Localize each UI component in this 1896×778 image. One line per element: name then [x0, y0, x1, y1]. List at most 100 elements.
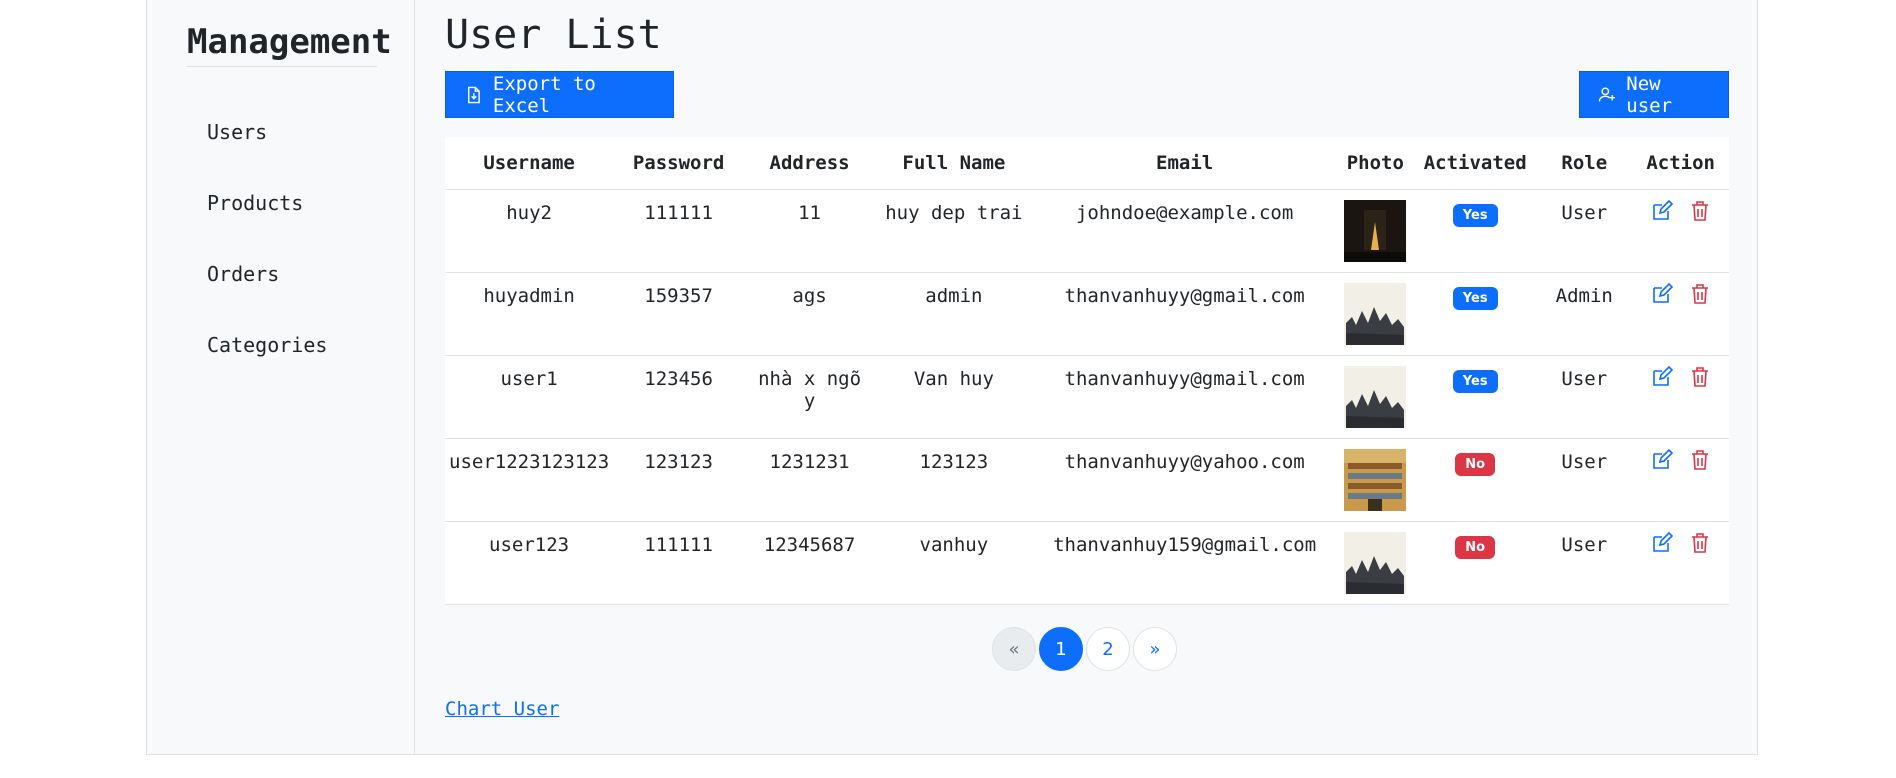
user-photo — [1341, 200, 1411, 262]
sidebar-item-products[interactable]: Products — [207, 191, 303, 215]
cell-username: huyadmin — [445, 272, 614, 356]
delete-button[interactable] — [1689, 283, 1711, 310]
trash-icon[interactable] — [1689, 449, 1711, 471]
table-row: huyadmin 159357 ags admin thanvanhuyy@gmail.… — [445, 272, 1729, 356]
table-row: user123 111111 12345687 vanhuy thanvanhuy159… — [445, 521, 1729, 605]
edit-button[interactable] — [1651, 199, 1673, 227]
cell-action — [1632, 189, 1729, 273]
table-row: user1 123456 nhà x ngõ y Van huy thanvanhuyy… — [445, 355, 1729, 439]
header-password: Password — [613, 137, 745, 190]
delete-button[interactable] — [1689, 532, 1711, 559]
row-actions — [1636, 531, 1725, 559]
header-role: Role — [1536, 137, 1633, 190]
edit-button[interactable] — [1651, 531, 1673, 559]
edit-icon[interactable] — [1651, 531, 1673, 554]
delete-button[interactable] — [1689, 449, 1711, 476]
cell-email: thanvanhuy159@gmail.com — [1032, 521, 1337, 605]
edit-icon[interactable] — [1651, 199, 1673, 222]
cell-email: thanvanhuyy@gmail.com — [1032, 272, 1337, 356]
cell-address: nhà x ngõ y — [744, 355, 876, 439]
cell-photo — [1336, 521, 1415, 605]
cell-role: User — [1536, 438, 1633, 522]
trash-icon[interactable] — [1689, 283, 1711, 305]
row-actions — [1636, 365, 1725, 393]
row-actions — [1636, 282, 1725, 310]
header-username: Username — [445, 137, 614, 190]
cell-email: thanvanhuyy@yahoo.com — [1032, 438, 1337, 522]
trash-icon[interactable] — [1689, 366, 1711, 388]
pagination: « 1 2 » — [992, 627, 1177, 671]
cell-username: huy2 — [445, 189, 614, 273]
cell-full-name: admin — [875, 272, 1033, 356]
delete-button[interactable] — [1689, 200, 1711, 227]
trash-icon[interactable] — [1689, 200, 1711, 222]
person-add-icon — [1598, 86, 1615, 101]
table-row: user1223123123 123123 1231231 123123 thanvan… — [445, 438, 1729, 522]
cell-action — [1632, 521, 1729, 605]
user-table: Username Password Address Full Name Emai… — [445, 137, 1729, 605]
cell-activated: Yes — [1414, 189, 1537, 273]
user-photo — [1341, 283, 1411, 345]
cell-address: 11 — [744, 189, 876, 273]
header-address: Address — [744, 137, 876, 190]
cell-full-name: vanhuy — [875, 521, 1033, 605]
cell-full-name: huy dep trai — [875, 189, 1033, 273]
cell-role: User — [1536, 355, 1633, 439]
sidebar-item-categories[interactable]: Categories — [207, 333, 327, 357]
activated-badge: Yes — [1452, 287, 1498, 310]
cell-password: 123456 — [613, 355, 745, 439]
trash-icon[interactable] — [1689, 532, 1711, 554]
cell-password: 123123 — [613, 438, 745, 522]
edit-icon[interactable] — [1651, 282, 1673, 305]
row-actions — [1636, 448, 1725, 476]
cell-email: thanvanhuyy@gmail.com — [1032, 355, 1337, 439]
cell-password: 111111 — [613, 189, 745, 273]
cell-activated: Yes — [1414, 355, 1537, 439]
activated-badge: Yes — [1452, 204, 1498, 227]
edit-button[interactable] — [1651, 365, 1673, 393]
header-email: Email — [1032, 137, 1337, 190]
cell-action — [1632, 438, 1729, 522]
chart-user-link[interactable]: Chart User — [445, 698, 559, 720]
user-photo — [1341, 366, 1411, 428]
delete-button[interactable] — [1689, 366, 1711, 393]
cell-role: Admin — [1536, 272, 1633, 356]
cell-activated: No — [1414, 521, 1537, 605]
export-excel-button[interactable]: Export to Excel — [445, 71, 674, 118]
new-user-button[interactable]: New user — [1579, 71, 1729, 118]
main-content: User List Export to Excel New user Usern… — [445, 0, 1729, 754]
cell-role: User — [1536, 189, 1633, 273]
cell-username: user1223123123 — [445, 438, 614, 522]
cell-username: user123 — [445, 521, 614, 605]
cell-photo — [1336, 189, 1415, 273]
edit-button[interactable] — [1651, 448, 1673, 476]
edit-button[interactable] — [1651, 282, 1673, 310]
pagination-next[interactable]: » — [1133, 627, 1177, 671]
app-frame: Management Users Products Orders Categor… — [146, 0, 1758, 755]
user-photo — [1341, 449, 1411, 511]
cell-action — [1632, 355, 1729, 439]
header-full-name: Full Name — [875, 137, 1033, 190]
new-user-label: New user — [1626, 72, 1673, 117]
page-title: User List — [445, 12, 662, 58]
activated-badge: Yes — [1452, 370, 1498, 393]
pagination-page-2[interactable]: 2 — [1086, 627, 1130, 671]
row-actions — [1636, 199, 1725, 227]
table-header-row: Username Password Address Full Name Emai… — [445, 137, 1729, 190]
cell-photo — [1336, 272, 1415, 356]
edit-icon[interactable] — [1651, 448, 1673, 471]
edit-icon[interactable] — [1651, 365, 1673, 388]
cell-activated: Yes — [1414, 272, 1537, 356]
sidebar-item-orders[interactable]: Orders — [207, 262, 279, 286]
pagination-page-1[interactable]: 1 — [1039, 627, 1083, 671]
sidebar-item-users[interactable]: Users — [207, 120, 267, 144]
cell-password: 159357 — [613, 272, 745, 356]
cell-role: User — [1536, 521, 1633, 605]
file-download-icon — [468, 86, 480, 103]
cell-photo — [1336, 438, 1415, 522]
user-photo — [1341, 532, 1411, 594]
cell-address: ags — [744, 272, 876, 356]
pagination-prev[interactable]: « — [992, 627, 1036, 671]
cell-address: 1231231 — [744, 438, 876, 522]
cell-photo — [1336, 355, 1415, 439]
